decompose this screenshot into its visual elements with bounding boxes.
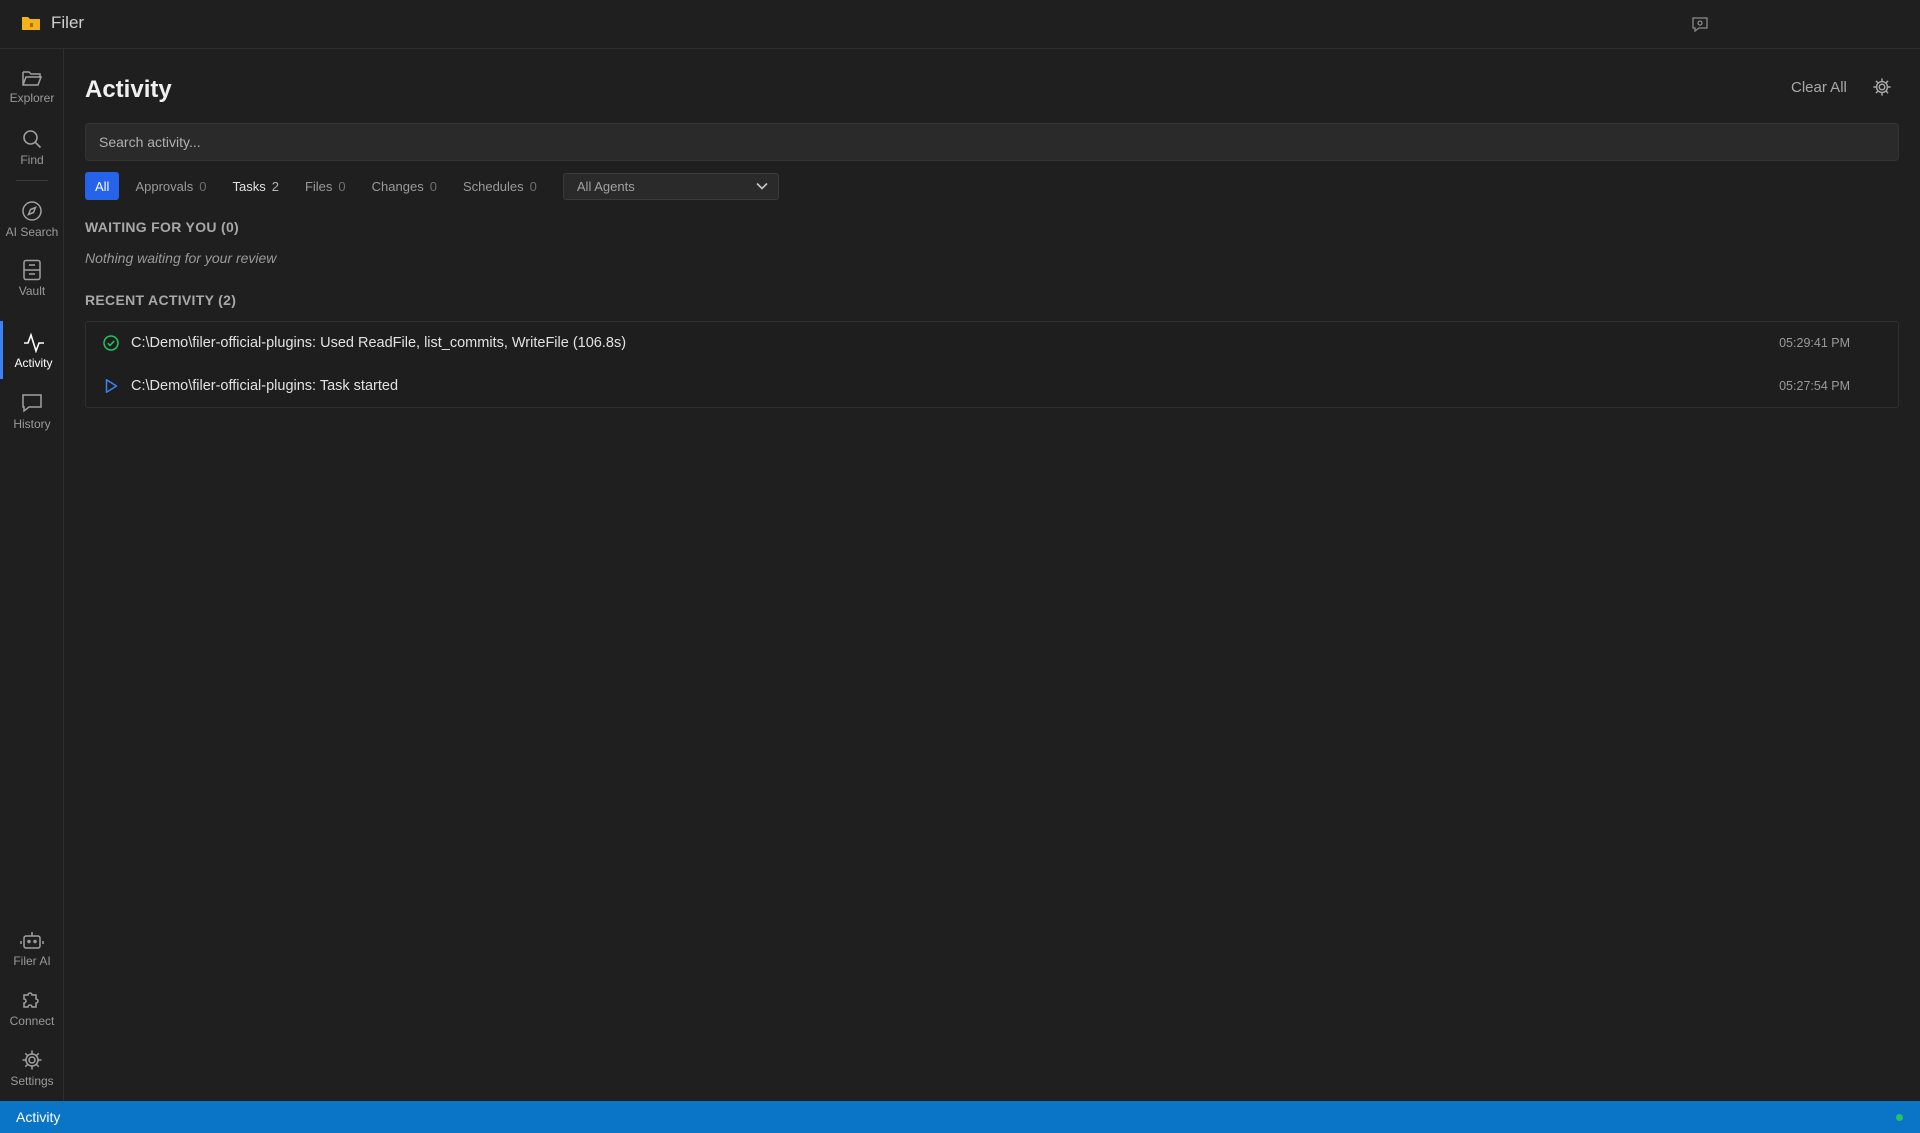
sidebar-divider [16, 180, 48, 181]
activity-item[interactable]: C:\Demo\filer-official-plugins: Task sta… [86, 365, 1898, 407]
sidebar-item-label: History [13, 416, 51, 431]
sidebar-item-find[interactable]: Find [0, 118, 64, 176]
filter-count: 2 [271, 178, 279, 194]
app-title: Filer [51, 13, 85, 32]
chat-icon [21, 392, 43, 414]
filter-label: Changes [371, 178, 424, 194]
activity-text: C:\Demo\filer-official-plugins: Task sta… [131, 378, 399, 394]
sidebar-item-label: Vault [18, 283, 46, 298]
sidebar-item-history[interactable]: History [0, 382, 64, 440]
filter-files[interactable]: Files 0 [295, 172, 356, 200]
sidebar: Explorer Find AI Search Vault Activity H… [0, 49, 64, 1101]
title-bar: Filer [0, 0, 1920, 49]
filter-count: 0 [199, 178, 207, 194]
sidebar-item-ai-search[interactable]: AI Search [0, 190, 64, 248]
clear-all-button[interactable]: Clear All [1791, 79, 1847, 96]
status-bar: Activity [0, 1101, 1920, 1133]
gear-icon [21, 1049, 43, 1071]
activity-list: C:\Demo\filer-official-plugins: Used Rea… [85, 321, 1899, 408]
filter-count: 0 [429, 178, 437, 194]
sidebar-item-label: Find [20, 152, 44, 167]
sidebar-item-activity[interactable]: Activity [0, 321, 64, 379]
filter-label: Tasks [232, 178, 266, 194]
play-icon [103, 378, 119, 394]
activity-time: 05:27:54 PM [1779, 379, 1850, 393]
status-text: Activity [16, 1109, 61, 1125]
filter-approvals[interactable]: Approvals 0 [125, 172, 216, 200]
sidebar-item-vault[interactable]: Vault [0, 249, 64, 307]
search-input[interactable] [85, 123, 1899, 161]
puzzle-icon [21, 989, 43, 1011]
activity-icon [22, 331, 46, 353]
search-icon [21, 128, 43, 150]
sidebar-item-filer-ai[interactable]: Filer AI [0, 919, 64, 977]
filter-changes[interactable]: Changes 0 [362, 172, 447, 200]
sidebar-item-label: Filer AI [13, 953, 51, 968]
filter-tasks[interactable]: Tasks 2 [223, 172, 289, 200]
filter-schedules[interactable]: Schedules 0 [453, 172, 547, 200]
filter-label: Schedules [462, 178, 524, 194]
feedback-icon[interactable] [1688, 14, 1712, 34]
chevron-down-icon [756, 182, 768, 190]
filter-count: 0 [338, 178, 346, 194]
sidebar-item-label: Settings [10, 1073, 54, 1088]
folder-icon [21, 14, 41, 32]
connection-status-indicator [1896, 1114, 1903, 1121]
activity-time: 05:29:41 PM [1779, 336, 1850, 350]
sidebar-item-connect[interactable]: Connect [0, 979, 64, 1037]
agent-select-value: All Agents [576, 178, 635, 194]
archive-icon [22, 259, 42, 281]
sidebar-item-label: Activity [14, 355, 53, 370]
sidebar-item-label: Explorer [9, 90, 55, 105]
waiting-empty-text: Nothing waiting for your review [85, 250, 277, 266]
activity-item[interactable]: C:\Demo\filer-official-plugins: Used Rea… [86, 322, 1898, 364]
filter-label: Files [304, 178, 333, 194]
activity-panel: Activity Clear All All Approvals 0 Tasks… [85, 49, 1900, 1101]
activity-text: C:\Demo\filer-official-plugins: Used Rea… [131, 335, 627, 351]
filter-label: Approvals [135, 178, 194, 194]
page-title: Activity [85, 76, 172, 103]
check-circle-icon [103, 335, 119, 351]
recent-heading: RECENT ACTIVITY (2) [85, 292, 237, 308]
gear-icon[interactable] [1872, 77, 1894, 99]
sidebar-item-settings[interactable]: Settings [0, 1039, 64, 1097]
filter-all[interactable]: All [85, 172, 120, 200]
filter-count: 0 [529, 178, 537, 194]
filter-bar: All Approvals 0 Tasks 2 Files 0 Changes … [85, 172, 779, 200]
sidebar-item-label: Connect [9, 1013, 55, 1028]
waiting-heading: WAITING FOR YOU (0) [85, 219, 239, 235]
filter-label: All [95, 178, 110, 194]
robot-icon [20, 929, 44, 951]
sidebar-item-label: AI Search [5, 224, 59, 239]
sidebar-item-explorer[interactable]: Explorer [0, 57, 64, 115]
agent-select[interactable]: All Agents [562, 172, 779, 200]
compass-icon [21, 200, 43, 222]
folder-open-icon [21, 68, 43, 88]
